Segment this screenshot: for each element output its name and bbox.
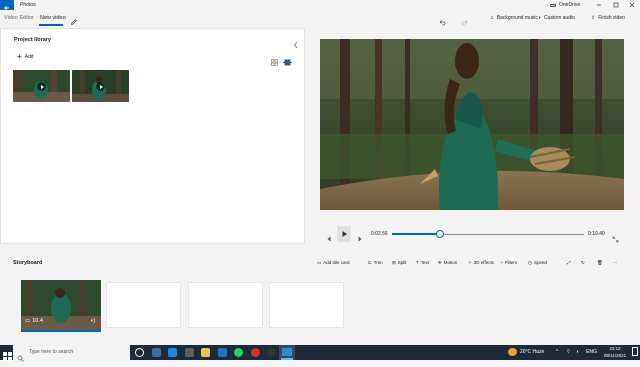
fullscreen-icon[interactable]	[612, 230, 619, 248]
empty-storyboard-slot[interactable]	[106, 282, 181, 328]
search-icon	[17, 349, 24, 367]
undo-icon[interactable]	[438, 13, 446, 31]
cloud-icon	[550, 3, 556, 7]
project-library-title: Project library	[14, 37, 51, 43]
app-title: Photos	[20, 2, 36, 8]
text-icon: T	[416, 260, 419, 265]
weather-icon	[508, 348, 517, 356]
library-clip-thumbnail[interactable]	[13, 70, 70, 102]
resize-icon[interactable]: ⤢	[567, 256, 571, 270]
rotate-icon[interactable]: ↻	[581, 256, 585, 270]
empty-storyboard-slot[interactable]	[188, 282, 263, 328]
redo-icon[interactable]	[461, 13, 469, 31]
view-selected-indicator	[283, 62, 292, 64]
trim-icon: ⊏	[368, 260, 372, 265]
speaker-icon: ◖	[538, 15, 542, 21]
chrome-icon[interactable]	[251, 348, 260, 357]
weather-text[interactable]: 20°C Haze	[520, 345, 544, 360]
sparkle-icon: ✧	[468, 260, 472, 265]
add-title-card-button[interactable]: ▭ Add title card	[317, 256, 350, 270]
network-icon[interactable]: ⌔	[566, 345, 571, 360]
video-preview[interactable]	[320, 39, 624, 210]
finish-video-button[interactable]: ⇪ Finish video	[591, 10, 625, 26]
current-time: 0:02.56	[371, 231, 388, 237]
filters-button[interactable]: ◔ Filters	[500, 256, 517, 270]
tray-chevron-icon[interactable]: ^	[556, 345, 558, 360]
app-icon[interactable]	[267, 348, 276, 357]
taskbar-search-input[interactable]: Type here to search	[13, 345, 130, 360]
speed-button[interactable]: ◷ Speed	[528, 256, 547, 270]
storyboard-title: Storyboard	[13, 260, 43, 266]
library-clip-thumbnail[interactable]	[72, 70, 129, 102]
motion-button[interactable]: ✣ Motion	[438, 256, 457, 270]
title-card-icon: ▭	[317, 260, 322, 265]
windows-start-icon[interactable]	[3, 348, 12, 366]
previous-frame-icon[interactable]	[326, 230, 332, 248]
notifications-icon[interactable]	[632, 347, 638, 356]
whatsapp-icon[interactable]	[234, 348, 243, 357]
music-note-icon: ♫	[490, 15, 494, 21]
photos-icon	[282, 348, 292, 356]
total-time: 0:10.40	[588, 231, 605, 237]
clip-duration: ▭ 10.4	[25, 318, 43, 324]
plus-icon: +	[17, 52, 22, 61]
active-tab-indicator	[39, 24, 63, 26]
custom-audio-button[interactable]: ◖ Custom audio	[538, 10, 575, 26]
taskbar-app-icon[interactable]	[152, 348, 161, 357]
active-app-indicator	[281, 358, 293, 360]
more-options-icon[interactable]: ⋯	[613, 256, 618, 270]
mail-icon[interactable]	[218, 348, 227, 357]
3d-effects-button[interactable]: ✧ 3D effects	[468, 256, 494, 270]
seek-handle[interactable]	[436, 230, 444, 238]
empty-storyboard-slot[interactable]	[269, 282, 344, 328]
task-view-icon[interactable]	[135, 348, 144, 357]
export-icon: ⇪	[591, 15, 596, 21]
selected-clip-indicator	[21, 330, 101, 332]
add-media-button[interactable]: + Add	[17, 53, 34, 61]
language-icon[interactable]: ENG	[586, 345, 597, 360]
seek-progress	[392, 233, 440, 235]
title-bar	[0, 0, 640, 10]
storyboard-clip[interactable]: ▭ 10.4 ◖)	[21, 280, 101, 330]
clip-icon: ▭	[25, 318, 31, 324]
split-icon: ⊞	[392, 260, 396, 265]
motion-icon: ✣	[438, 260, 442, 265]
play-icon	[96, 82, 105, 91]
text-button[interactable]: T Text	[416, 256, 429, 270]
delete-icon[interactable]: 🗑	[597, 256, 603, 270]
filter-icon: ◔	[500, 260, 503, 265]
speed-icon: ◷	[528, 260, 532, 265]
clock[interactable]: 23:12 08/11/2021	[600, 345, 630, 359]
grid-view-icon[interactable]	[271, 53, 278, 71]
edge-browser-icon[interactable]	[168, 348, 177, 357]
split-button[interactable]: ⊞ Split	[392, 256, 407, 270]
back-arrow-icon[interactable]	[0, 0, 14, 11]
play-pause-button[interactable]	[337, 226, 351, 242]
clock-time: 23:12	[609, 346, 621, 351]
volume-icon[interactable]: ◖	[576, 345, 579, 360]
next-frame-icon[interactable]	[357, 230, 363, 248]
clip-volume-icon[interactable]: ◖)	[90, 318, 95, 324]
trim-button[interactable]: ⊏ Trim	[368, 256, 383, 270]
store-icon[interactable]	[185, 348, 194, 357]
collapse-chevron-icon[interactable]	[293, 36, 299, 54]
play-icon	[37, 82, 46, 91]
file-explorer-icon[interactable]	[201, 348, 210, 357]
tab-video-editor[interactable]: Video Editor	[4, 10, 34, 26]
project-library-panel: Project library + Add	[0, 28, 305, 244]
clock-date: 08/11/2021	[603, 353, 627, 358]
onedrive-status[interactable]: OneDrive	[550, 0, 580, 10]
photos-taskbar-button[interactable]	[279, 345, 295, 360]
background-music-button[interactable]: ♫ Background music	[490, 10, 538, 26]
